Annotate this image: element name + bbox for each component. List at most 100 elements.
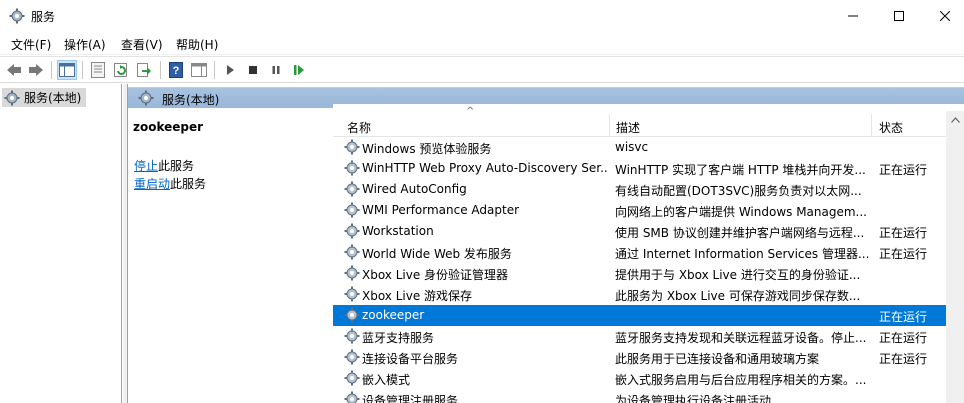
table-row[interactable]: zookeeper 正在运行	[333, 305, 946, 326]
console-tree-button[interactable]	[57, 60, 77, 80]
service-name-cell: WMI Performance Adapter	[362, 203, 520, 217]
table-row[interactable]: WinHTTP Web Proxy Auto-Discovery Ser... W…	[333, 158, 946, 179]
service-name-cell: 蓝牙支持服务	[362, 331, 435, 345]
service-description-cell: 为设备管理执行设备注册活动	[615, 394, 772, 403]
table-row[interactable]: Xbox Live 身份验证管理器 提供用于与 Xbox Live 进行交互的身份…	[333, 263, 946, 284]
service-name-cell: 嵌入模式	[362, 373, 411, 387]
table-header: ^ 名称 描述 状态	[333, 104, 964, 137]
service-name-cell: 连接设备平台服务	[362, 352, 459, 366]
stop-service-link[interactable]: 停止	[134, 159, 158, 173]
service-status-cell: 正在运行	[879, 163, 928, 177]
service-description-cell: 此服务用于已连接设备和通用玻璃方案	[615, 352, 820, 366]
stop-service-button[interactable]	[243, 60, 263, 80]
service-status-cell: 正在运行	[879, 352, 928, 366]
description-pane: zookeeper 停止此服务 重启动此服务	[128, 112, 333, 403]
gear-icon	[344, 370, 360, 386]
panel-header-label: 服务(本地)	[162, 93, 220, 107]
window-title: 服务	[31, 10, 56, 24]
gear-icon	[138, 90, 154, 106]
toolbar: ?	[0, 56, 964, 83]
minimize-button[interactable]	[830, 0, 876, 32]
table-row[interactable]: 蓝牙支持服务 蓝牙服务支持发现和关联远程蓝牙设备。停止... 正在运行	[333, 326, 946, 347]
restart-service-line: 重启动此服务	[134, 175, 206, 192]
service-name-cell: Windows 预览体验服务	[362, 142, 492, 156]
close-button[interactable]	[922, 0, 964, 32]
gear-icon	[344, 307, 360, 323]
forward-icon	[29, 64, 43, 76]
service-name-cell: Workstation	[362, 224, 434, 238]
service-name-cell: Xbox Live 身份验证管理器	[362, 268, 509, 282]
export-button[interactable]	[134, 60, 154, 80]
menu-file[interactable]: 文件(F)	[11, 36, 51, 53]
service-description-cell: wisvc	[615, 140, 649, 154]
column-header-description[interactable]: 描述	[616, 119, 640, 136]
restart-service-link[interactable]: 重启动	[134, 177, 170, 191]
gear-icon	[344, 139, 360, 155]
services-table: ^ 名称 描述 状态 Windows 预览体验服务 wisvc WinHTTP We…	[333, 104, 964, 403]
properties-icon	[91, 62, 105, 78]
table-row[interactable]: 设备管理注册服务 为设备管理执行设备注册活动	[333, 389, 946, 403]
table-row[interactable]: WMI Performance Adapter 向网络上的客户端提供 Window…	[333, 200, 946, 221]
column-header-name[interactable]: 名称	[347, 119, 371, 136]
service-name-cell: WinHTTP Web Proxy Auto-Discovery Ser...	[362, 161, 607, 175]
service-name-cell: Wired AutoConfig	[362, 182, 467, 196]
resume-icon	[294, 65, 304, 75]
service-name-cell: Xbox Live 游戏保存	[362, 289, 473, 303]
gear-icon	[344, 223, 360, 239]
forward-button[interactable]	[26, 60, 46, 80]
back-button[interactable]	[4, 60, 24, 80]
properties-button[interactable]	[88, 60, 108, 80]
pause-service-button[interactable]	[266, 60, 286, 80]
title-bar: 服务	[0, 0, 964, 32]
services-panel: 服务(本地) zookeeper 停止此服务 重启动此服务 ^ 名称 描述 状态…	[127, 84, 964, 403]
play-icon	[227, 65, 234, 75]
gear-icon	[344, 286, 360, 302]
service-status-cell: 正在运行	[879, 331, 928, 345]
table-row[interactable]: Workstation 使用 SMB 协议创建并维护客户端网络与远程... 正在运行	[333, 221, 946, 242]
gear-icon	[344, 328, 360, 344]
stop-service-suffix: 此服务	[158, 159, 195, 173]
table-row[interactable]: Wired AutoConfig 有线自动配置(DOT3SVC)服务负责对以太网.…	[333, 179, 946, 200]
view-button[interactable]	[189, 60, 209, 80]
service-status-cell: 正在运行	[879, 247, 928, 261]
pause-icon	[272, 66, 280, 74]
resume-service-button[interactable]	[289, 60, 309, 80]
gear-icon	[344, 349, 360, 365]
console-tree: 服务(本地)	[0, 84, 122, 403]
menu-action[interactable]: 操作(A)	[64, 36, 106, 53]
tree-item-services-local[interactable]: 服务(本地)	[2, 88, 86, 107]
gear-icon	[344, 202, 360, 218]
svg-text:?: ?	[173, 65, 180, 77]
start-service-button[interactable]	[220, 60, 240, 80]
maximize-icon	[894, 11, 904, 21]
menu-view[interactable]: 查看(V)	[121, 36, 163, 53]
view-icon	[191, 63, 207, 77]
menu-help[interactable]: 帮助(H)	[176, 36, 218, 53]
service-description-cell: 向网络上的客户端提供 Windows Managem...	[615, 205, 867, 219]
help-button[interactable]: ?	[166, 60, 186, 80]
service-name-cell: World Wide Web 发布服务	[362, 247, 512, 261]
service-description-cell: 此服务为 Xbox Live 可保存游戏同步保存数...	[615, 289, 861, 303]
table-row[interactable]: Windows 预览体验服务 wisvc	[333, 137, 946, 158]
table-row[interactable]: 连接设备平台服务 此服务用于已连接设备和通用玻璃方案 正在运行	[333, 347, 946, 368]
column-header-status[interactable]: 状态	[879, 119, 903, 136]
refresh-button[interactable]	[111, 60, 131, 80]
refresh-icon	[114, 63, 127, 77]
table-row[interactable]: World Wide Web 发布服务 通过 Internet Informati…	[333, 242, 946, 263]
help-icon: ?	[169, 62, 183, 78]
table-row[interactable]: Xbox Live 游戏保存 此服务为 Xbox Live 可保存游戏同步保存数.…	[333, 284, 946, 305]
service-description-cell: 蓝牙服务支持发现和关联远程蓝牙设备。停止...	[615, 331, 867, 345]
service-status-cell: 正在运行	[879, 310, 928, 324]
back-icon	[7, 64, 21, 76]
service-description-cell: 有线自动配置(DOT3SVC)服务负责对以太网...	[615, 184, 862, 198]
gear-icon	[4, 90, 20, 105]
table-row[interactable]: 嵌入模式 嵌入式服务启用与后台应用程序相关的方案。...	[333, 368, 946, 389]
scroll-up-button[interactable]	[946, 111, 964, 128]
service-name-cell: zookeeper	[362, 308, 425, 322]
maximize-button[interactable]	[876, 0, 922, 32]
close-icon	[940, 11, 950, 21]
vertical-scrollbar[interactable]	[946, 111, 964, 403]
stop-icon	[249, 66, 257, 74]
gear-icon	[344, 181, 360, 197]
gear-icon	[344, 391, 360, 403]
